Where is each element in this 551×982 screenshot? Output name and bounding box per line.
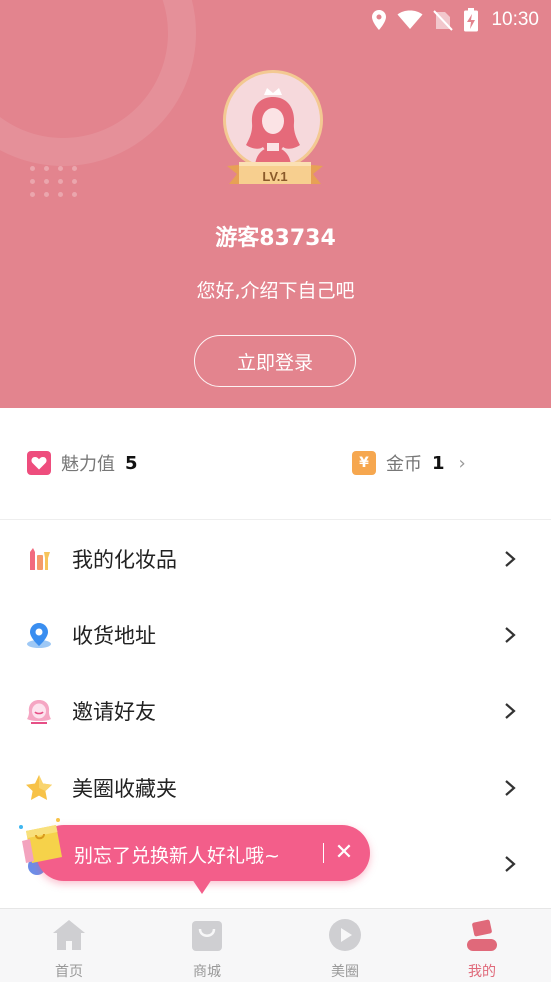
female-avatar-icon (246, 88, 300, 167)
profile-header: 10:30 LV.1 游客83734 您好,介绍下自己吧 立即登录 (0, 0, 551, 408)
menu-label: 收货地址 (72, 624, 156, 648)
avatar-circle (223, 70, 323, 170)
menu-label: 美圈收藏夹 (72, 777, 177, 801)
menu-item-cosmetics[interactable]: 我的化妆品 (0, 521, 551, 597)
toast-divider (323, 843, 324, 863)
star-icon (24, 773, 54, 803)
chevron-right-icon (505, 703, 516, 719)
toast-pointer (190, 876, 214, 894)
tab-home[interactable]: 首页 (0, 909, 138, 982)
chevron-right-icon: › (458, 452, 466, 474)
toast-text: 别忘了兑换新人好礼哦~ (74, 845, 280, 867)
chevron-right-icon (505, 627, 516, 643)
tab-label: 首页 (55, 964, 83, 980)
coins-stat[interactable]: ¥ 金币 1 › (352, 450, 466, 476)
status-bar: 10:30 (371, 8, 539, 32)
tab-beauty-circle[interactable]: 美圈 (276, 909, 414, 982)
decorative-dots (30, 166, 80, 206)
username: 游客83734 (215, 226, 336, 251)
charm-value: 5 (125, 452, 138, 474)
coins-label: 金币 (386, 454, 422, 475)
menu-label: 邀请好友 (72, 700, 156, 724)
tab-label: 商城 (193, 964, 221, 980)
greeting-text: 您好,介绍下自己吧 (196, 280, 355, 302)
tab-label: 我的 (468, 964, 496, 980)
menu-item-favorites[interactable]: 美圈收藏夹 (0, 750, 551, 826)
shopping-bag-icon (192, 921, 222, 951)
play-icon (329, 919, 361, 951)
bottom-tab-bar: 首页 商城 美圈 我的 (0, 908, 551, 982)
decorative-ring (0, 0, 196, 166)
login-button[interactable]: 立即登录 (194, 335, 356, 387)
location-icon (372, 10, 387, 30)
status-time: 10:30 (491, 9, 539, 30)
menu-label: 我的化妆品 (72, 548, 177, 572)
close-icon[interactable]: ✕ (333, 840, 355, 865)
avatar[interactable]: LV.1 (221, 68, 329, 193)
battery-charging-icon (464, 8, 479, 32)
gift-bag-icon (19, 818, 62, 863)
tab-mall[interactable]: 商城 (138, 909, 276, 982)
chevron-right-icon (505, 551, 516, 567)
coin-icon: ¥ (352, 451, 376, 475)
home-icon (53, 920, 85, 950)
invite-friend-icon (24, 696, 54, 726)
user-icon (467, 919, 497, 951)
no-sim-icon (433, 10, 454, 31)
charm-stat[interactable]: 魅力值 5 (27, 450, 138, 476)
level-badge: LV.1 (262, 169, 288, 184)
tab-mine[interactable]: 我的 (413, 909, 551, 982)
chevron-right-icon (505, 780, 516, 796)
heart-icon (27, 451, 51, 475)
menu-item-address[interactable]: 收货地址 (0, 597, 551, 673)
location-pin-icon (24, 620, 54, 650)
cosmetics-icon (24, 544, 54, 574)
menu-item-invite[interactable]: 邀请好友 (0, 673, 551, 749)
tab-label: 美圈 (331, 964, 359, 980)
coins-value: 1 (432, 452, 445, 474)
stats-row: 魅力值 5 ¥ 金币 1 › (0, 408, 551, 520)
wifi-icon (397, 10, 423, 29)
chevron-right-icon (505, 856, 516, 872)
charm-label: 魅力值 (61, 454, 115, 475)
